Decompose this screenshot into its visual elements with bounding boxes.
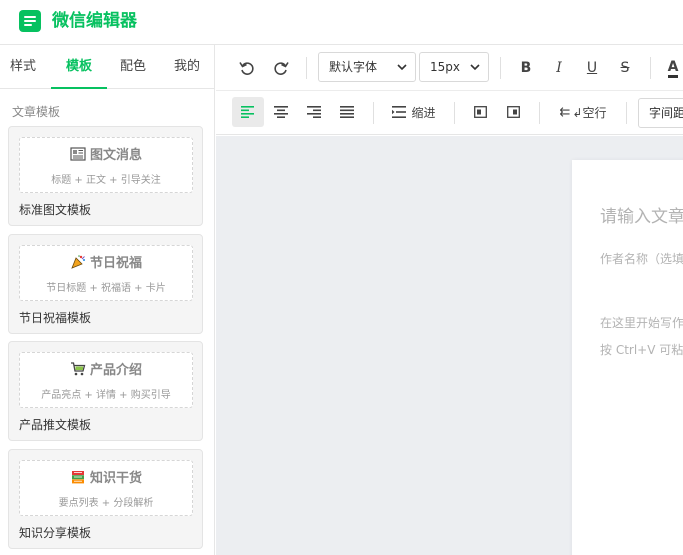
align-left-button[interactable] xyxy=(232,97,264,127)
toolbar-divider xyxy=(626,102,627,124)
app-header: 微信编辑器 xyxy=(0,0,683,45)
box-right-icon xyxy=(506,106,520,118)
redo-button[interactable] xyxy=(266,53,296,83)
author-placeholder[interactable]: 作者名称（选填） xyxy=(600,250,683,267)
template-preview: 节日祝福 节日标题 + 祝福语 + 卡片 xyxy=(19,245,193,301)
indent-icon xyxy=(392,106,407,118)
undo-button[interactable] xyxy=(232,53,262,83)
margin-left-button[interactable] xyxy=(466,97,494,127)
letter-spacing-select[interactable]: 字间距 xyxy=(638,98,683,128)
toolbar-paragraph: 缩进 ⇇ ↲空行 字间距 xyxy=(216,91,683,135)
template-label: 节日祝福模板 xyxy=(19,311,92,325)
template-subtitle: 节日标题 + 祝福语 + 卡片 xyxy=(46,283,166,294)
template-subtitle: 产品亮点 + 详情 + 购买引导 xyxy=(41,390,171,401)
cart-icon xyxy=(70,362,86,376)
body-placeholder[interactable]: 在这里开始写作... xyxy=(600,314,683,331)
underline-button[interactable]: U xyxy=(578,53,606,83)
toolbar-divider xyxy=(454,102,455,124)
font-size-select[interactable]: 15px xyxy=(419,52,489,82)
undo-icon xyxy=(239,62,254,75)
template-preview: 图文消息 标题 + 正文 + 引导关注 xyxy=(19,137,193,193)
sidebar: 样式 模板 配色 我的 文章模板 图文消息 标题 + 正文 + 引导关注 标准图… xyxy=(0,45,215,555)
template-card-standard[interactable]: 图文消息 标题 + 正文 + 引导关注 标准图文模板 xyxy=(8,126,203,226)
template-card-product[interactable]: 产品介绍 产品亮点 + 详情 + 购买引导 产品推文模板 xyxy=(8,341,203,441)
font-size-value: 15px xyxy=(430,60,460,74)
indent-button[interactable]: 缩进 xyxy=(386,97,442,127)
template-card-knowledge[interactable]: 知识干货 要点列表 + 分段解析 知识分享模板 xyxy=(8,449,203,549)
font-family-value: 默认字体 xyxy=(329,60,378,74)
sidebar-tabs: 样式 模板 配色 我的 xyxy=(0,45,215,89)
arrow-left-icon: ⇇ xyxy=(559,104,571,120)
font-family-select[interactable]: 默认字体 xyxy=(318,52,416,82)
editor-canvas: 请输入文章标题 作者名称（选填） 在这里开始写作... 按 Ctrl+V 可粘贴… xyxy=(216,136,683,555)
box-left-icon xyxy=(473,106,487,118)
toolbar-divider xyxy=(373,102,374,124)
template-heading: 节日祝福 xyxy=(89,256,142,271)
align-justify-icon xyxy=(340,106,354,118)
align-center-icon xyxy=(274,106,288,118)
chevron-down-icon xyxy=(397,64,407,71)
paste-hint: 按 Ctrl+V 可粘贴内容 xyxy=(600,343,683,357)
font-color-button[interactable]: A xyxy=(662,53,683,83)
letter-spacing-value: 字间距 xyxy=(649,106,683,120)
align-left-icon xyxy=(241,106,254,118)
template-heading: 图文消息 xyxy=(89,148,142,163)
blank-line-label: ↲空行 xyxy=(572,105,607,120)
tab-templates[interactable]: 模板 xyxy=(51,45,107,89)
document-logo-icon xyxy=(19,10,41,32)
template-label: 知识分享模板 xyxy=(19,526,92,540)
template-subtitle: 标题 + 正文 + 引导关注 xyxy=(51,175,161,186)
party-icon xyxy=(71,255,85,269)
tab-styles[interactable]: 样式 xyxy=(0,45,46,89)
template-subtitle: 要点列表 + 分段解析 xyxy=(58,498,154,509)
toolbar-divider xyxy=(500,57,501,79)
align-right-button[interactable] xyxy=(299,97,329,127)
align-center-button[interactable] xyxy=(266,97,296,127)
toolbar-divider xyxy=(539,102,540,124)
template-preview: 产品介绍 产品亮点 + 详情 + 购买引导 xyxy=(19,352,193,408)
align-right-icon xyxy=(307,106,321,118)
font-color-icon: A xyxy=(667,59,679,78)
template-heading: 知识干货 xyxy=(89,471,142,486)
newspaper-icon xyxy=(70,147,86,161)
blank-line-button[interactable]: ⇇ ↲空行 xyxy=(552,97,614,127)
template-card-holiday[interactable]: 节日祝福 节日标题 + 祝福语 + 卡片 节日祝福模板 xyxy=(8,234,203,334)
section-title: 文章模板 xyxy=(12,105,61,119)
app-title: 微信编辑器 xyxy=(52,11,137,31)
bold-button[interactable]: B xyxy=(512,53,540,83)
editor-paper[interactable]: 请输入文章标题 作者名称（选填） 在这里开始写作... 按 Ctrl+V 可粘贴… xyxy=(572,160,683,555)
tab-colors[interactable]: 配色 xyxy=(108,45,158,89)
strikethrough-button[interactable]: S xyxy=(611,53,639,83)
template-label: 标准图文模板 xyxy=(19,203,92,217)
template-preview: 知识干货 要点列表 + 分段解析 xyxy=(19,460,193,516)
tab-mine[interactable]: 我的 xyxy=(162,45,212,89)
toolbar-main: 默认字体 15px B I U S A xyxy=(216,45,683,91)
align-justify-button[interactable] xyxy=(332,97,362,127)
chevron-down-icon xyxy=(470,64,480,71)
italic-button[interactable]: I xyxy=(545,53,573,83)
template-label: 产品推文模板 xyxy=(19,418,92,432)
toolbar-divider xyxy=(306,57,307,79)
template-heading: 产品介绍 xyxy=(89,363,142,378)
title-placeholder[interactable]: 请输入文章标题 xyxy=(600,202,683,227)
indent-label: 缩进 xyxy=(411,105,436,120)
redo-icon xyxy=(274,62,289,75)
toolbar-divider xyxy=(650,57,651,79)
margin-right-button[interactable] xyxy=(499,97,527,127)
books-icon xyxy=(71,471,84,484)
